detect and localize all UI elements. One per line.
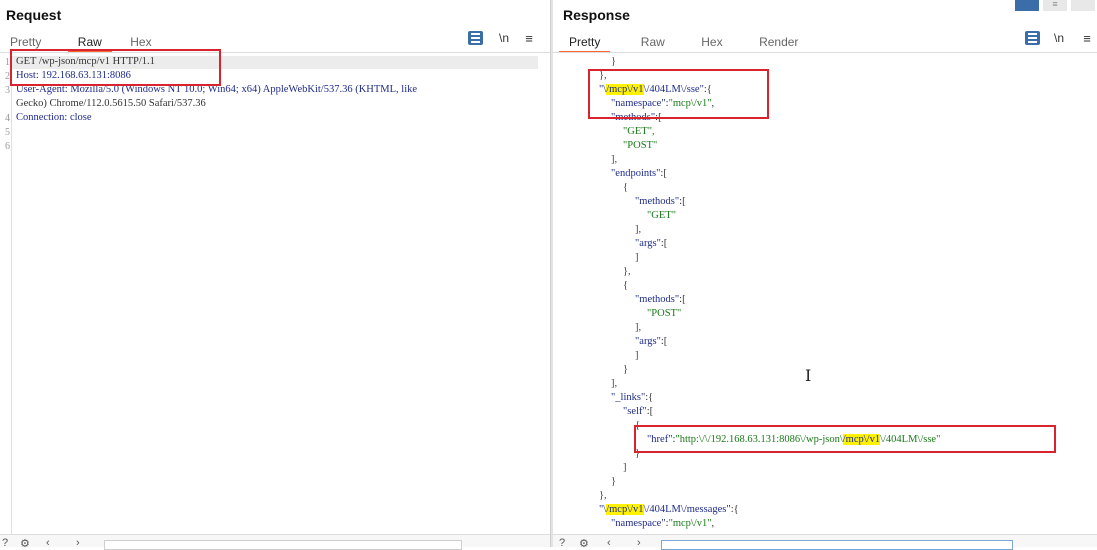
settings-icon[interactable]: ⚙ — [579, 537, 589, 550]
json-line: "GET" — [647, 210, 676, 221]
json-line: "args":[ — [635, 336, 668, 347]
layout-split-icon[interactable] — [1015, 0, 1039, 11]
tab-raw[interactable]: Raw — [631, 34, 675, 51]
response-tabs: Pretty Raw Hex Render — [559, 33, 808, 53]
tab-render[interactable]: Render — [749, 34, 808, 51]
json-line: }, — [623, 266, 631, 277]
annotation-box — [588, 69, 769, 119]
layout-single-icon[interactable] — [1071, 0, 1095, 11]
json-line: "POST" — [647, 308, 682, 319]
json-key: "\/mcp\/v1\/404LM\/messages":{ — [599, 504, 739, 515]
json-line: ], — [611, 154, 618, 165]
wrap-lines-icon[interactable] — [468, 31, 483, 45]
json-line: }, — [599, 490, 607, 501]
user-agent-continuation[interactable]: Gecko) Chrome/112.0.5615.50 Safari/537.3… — [16, 98, 206, 109]
json-line: { — [623, 182, 629, 193]
line-number: 3 — [5, 85, 10, 96]
json-line: "args":[ — [635, 238, 668, 249]
request-pane: Request Pretty Raw Hex \n ≡ 1 2 3 4 5 6 … — [0, 0, 550, 550]
menu-icon[interactable]: ≡ — [522, 31, 536, 46]
json-line: "self":[ — [623, 406, 654, 417]
back-arrow-icon[interactable]: ‹ — [46, 537, 50, 549]
text-cursor-icon: I — [805, 366, 812, 385]
tab-hex[interactable]: Hex — [691, 34, 732, 51]
back-arrow-icon[interactable]: ‹ — [607, 537, 611, 549]
forward-arrow-icon[interactable]: › — [76, 537, 80, 549]
json-line: } — [611, 476, 617, 487]
menu-icon[interactable]: ≡ — [1080, 31, 1094, 46]
tab-underline — [553, 52, 1097, 53]
json-line: ] — [623, 462, 627, 473]
annotation-box — [10, 49, 221, 86]
json-line: ], — [635, 224, 642, 235]
response-pane: Response Pretty Raw Hex Render ≡ \n ≡ } … — [553, 0, 1097, 550]
request-search-input[interactable] — [104, 540, 462, 550]
json-line: "endpoints":[ — [611, 168, 667, 179]
line-number: 1 — [5, 57, 10, 68]
line-gutter — [11, 55, 12, 535]
wrap-lines-icon[interactable] — [1025, 31, 1040, 45]
response-bottom-bar: ? ⚙ ‹ › — [553, 534, 1097, 550]
forward-arrow-icon[interactable]: › — [637, 537, 641, 549]
newline-toggle-button[interactable]: \n — [1051, 31, 1067, 45]
connection-header[interactable]: Connection: close — [16, 112, 92, 123]
response-search-input[interactable] — [661, 540, 1013, 550]
line-number: 6 — [5, 141, 10, 152]
json-line: "POST" — [623, 140, 658, 151]
settings-icon[interactable]: ⚙ — [20, 537, 30, 550]
request-bottom-bar: ? ⚙ ‹ › — [0, 534, 550, 550]
json-line: } — [611, 56, 617, 67]
json-line: ], — [635, 322, 642, 333]
json-line: ], — [611, 378, 618, 389]
line-number: 2 — [5, 71, 10, 82]
newline-toggle-button[interactable]: \n — [496, 31, 512, 45]
help-icon[interactable]: ? — [2, 537, 8, 549]
layout-horizontal-icon[interactable]: ≡ — [1043, 0, 1067, 11]
request-title: Request — [6, 7, 62, 23]
line-number: 4 — [5, 113, 10, 124]
json-line: { — [623, 280, 629, 291]
json-line: ] — [635, 252, 639, 263]
json-line: "methods":[ — [635, 196, 686, 207]
json-line: "methods":[ — [635, 294, 686, 305]
json-line: } — [623, 364, 629, 375]
json-line: "_links":{ — [611, 392, 654, 403]
response-title: Response — [563, 7, 630, 23]
tab-pretty[interactable]: Pretty — [559, 34, 611, 53]
json-line: "GET", — [623, 126, 655, 137]
line-number: 5 — [5, 127, 10, 138]
help-icon[interactable]: ? — [559, 537, 565, 549]
json-line: ] — [635, 350, 639, 361]
json-line: "namespace":"mcp\/v1", — [611, 518, 715, 529]
annotation-box — [634, 425, 1056, 453]
